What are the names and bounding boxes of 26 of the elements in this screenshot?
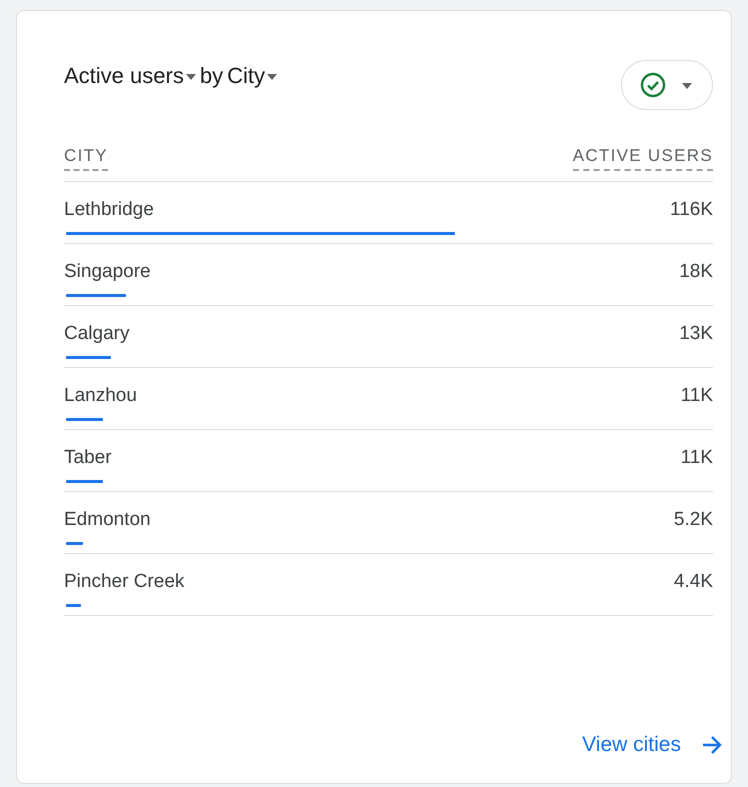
column-header[interactable]: CITY [64,146,108,171]
city-name: Pincher Creek [64,571,184,593]
arrow-right-icon [701,735,723,755]
column-header[interactable]: ACTIVE USERS [572,146,713,171]
city-name: Edmonton [64,509,151,531]
caret-icon [186,74,196,80]
user-count: 5.2K [674,509,713,531]
status-dropdown[interactable] [621,60,713,110]
user-count: 18K [679,261,713,283]
dimension-dropdown[interactable]: City [227,63,277,89]
title-connector: by [200,63,224,89]
city-name: Taber [64,447,112,469]
caret-icon [682,83,692,89]
caret-icon [266,74,277,80]
city-name: Lanzhou [64,385,137,407]
check-circle-icon [640,72,666,98]
metric-dropdown[interactable]: Active users [64,63,196,89]
city-name: Calgary [64,323,130,345]
city-name: Singapore [64,261,151,283]
user-count: 11K [680,385,713,407]
city-name: Lethbridge [64,199,154,221]
view-cities-link[interactable]: View cities [582,733,723,757]
user-count: 13K [679,323,713,345]
user-count: 11K [680,447,713,469]
user-count: 4.4K [674,571,713,593]
user-count: 116K [670,199,713,221]
